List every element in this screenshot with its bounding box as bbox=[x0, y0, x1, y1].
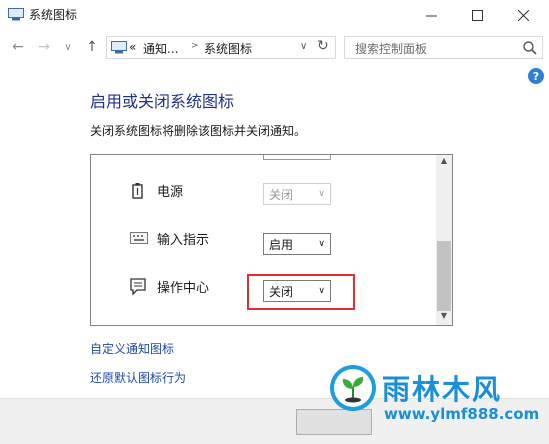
page-title: 启用或关闭系统图标 bbox=[90, 92, 235, 111]
action-center-label: 操作中心 bbox=[157, 281, 210, 296]
minimize-icon bbox=[425, 15, 437, 16]
maximize-button[interactable] bbox=[454, 0, 500, 30]
address-dropdown-button[interactable]: ∨ bbox=[300, 41, 307, 52]
scrollbar-thumb[interactable] bbox=[437, 241, 451, 311]
address-bar[interactable]: « 通知... > 系统图标 ∨ ↻ bbox=[106, 36, 336, 59]
forward-arrow-icon: → bbox=[38, 39, 50, 55]
chevron-down-icon: ∨ bbox=[318, 239, 325, 249]
action-center-icon bbox=[130, 278, 146, 296]
control-panel-icon bbox=[8, 8, 24, 21]
power-select[interactable]: 关闭 ∨ bbox=[263, 183, 331, 205]
breadcrumb-item-notifications[interactable]: 通知... bbox=[143, 40, 178, 57]
back-arrow-icon: ← bbox=[12, 39, 24, 55]
close-icon bbox=[517, 9, 529, 21]
refresh-icon[interactable]: ↻ bbox=[317, 38, 329, 54]
customize-notification-icons-link[interactable]: 自定义通知图标 bbox=[90, 340, 174, 357]
watermark-logo-icon bbox=[330, 365, 376, 411]
input-indicator-select-value: 启用 bbox=[269, 237, 294, 252]
power-select-value: 关闭 bbox=[269, 187, 294, 202]
input-indicator-select[interactable]: 启用 ∨ bbox=[263, 233, 331, 255]
chevron-down-icon: ∨ bbox=[64, 41, 72, 53]
chevron-down-icon: ∨ bbox=[318, 189, 325, 199]
annotation-highlight-box bbox=[247, 274, 355, 310]
close-button[interactable] bbox=[500, 0, 546, 30]
power-label: 电源 bbox=[157, 185, 184, 200]
restore-default-icon-behavior-link[interactable]: 还原默认图标行为 bbox=[90, 369, 186, 386]
window-title: 系统图标 bbox=[29, 8, 78, 22]
input-indicator-label: 输入指示 bbox=[157, 233, 210, 248]
up-arrow-icon: ↑ bbox=[86, 39, 98, 55]
watermark-name: 雨林木风 bbox=[382, 373, 503, 406]
search-box[interactable]: 搜索控制面板 bbox=[344, 36, 543, 59]
recent-locations-button[interactable]: ∨ bbox=[58, 38, 78, 56]
minimize-button[interactable] bbox=[408, 0, 454, 30]
forward-button[interactable]: → bbox=[34, 38, 54, 56]
control-panel-icon bbox=[111, 41, 127, 54]
search-input[interactable]: 搜索控制面板 bbox=[355, 40, 427, 57]
sprout-icon bbox=[334, 369, 372, 407]
breadcrumb-separator-icon: > bbox=[191, 41, 199, 51]
maximize-icon bbox=[471, 9, 483, 21]
back-button[interactable]: ← bbox=[8, 38, 28, 56]
power-icon bbox=[132, 183, 143, 199]
keyboard-icon bbox=[130, 232, 148, 244]
search-icon[interactable] bbox=[523, 41, 537, 55]
scroll-down-icon[interactable]: ▼ bbox=[437, 311, 451, 323]
page-description: 关闭系统图标将删除该图标并关闭通知。 bbox=[90, 124, 307, 138]
ok-button[interactable] bbox=[296, 409, 372, 435]
help-icon[interactable]: ? bbox=[528, 68, 544, 84]
partial-select-above bbox=[263, 155, 331, 160]
scroll-up-icon[interactable]: ▲ bbox=[437, 156, 451, 168]
up-button[interactable]: ↑ bbox=[82, 38, 102, 56]
watermark-url: www.ylmf888.com bbox=[384, 405, 540, 423]
breadcrumb-item-system-icons[interactable]: 系统图标 bbox=[204, 40, 252, 57]
breadcrumb-overflow[interactable]: « bbox=[129, 40, 136, 54]
